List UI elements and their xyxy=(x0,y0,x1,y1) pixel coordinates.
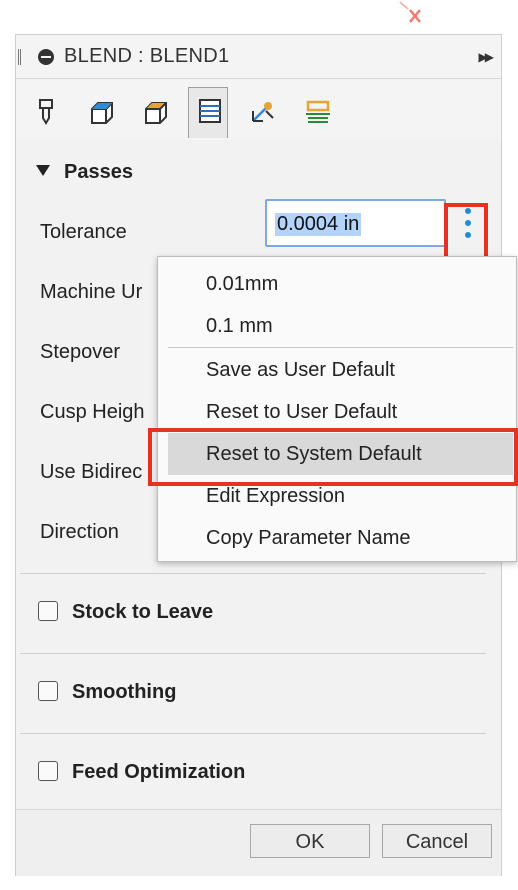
tab-tool[interactable] xyxy=(26,89,66,135)
heights-icon xyxy=(145,102,167,124)
tolerance-label: Tolerance xyxy=(40,221,127,243)
smoothing-toggle[interactable]: Smoothing xyxy=(38,681,176,704)
collapse-triangle-icon xyxy=(36,165,50,176)
cusp-height-label: Cusp Heigh xyxy=(40,401,145,423)
menu-item-copy-parameter-name[interactable]: Copy Parameter Name xyxy=(158,517,516,559)
tolerance-value: 0.0004 in xyxy=(275,213,362,236)
stock-to-leave-label: Stock to Leave xyxy=(72,601,214,623)
feed-optimization-toggle[interactable]: Feed Optimization xyxy=(38,761,245,784)
tab-heights[interactable] xyxy=(134,89,174,135)
stop-icon xyxy=(38,49,54,65)
tab-strip xyxy=(16,79,501,182)
menu-item-0-1mm[interactable]: 0.1 mm xyxy=(158,305,516,347)
menu-item-0-01mm[interactable]: 0.01mm xyxy=(158,263,516,305)
geometry-icon xyxy=(91,102,113,124)
panel-title: BLEND : BLEND1 xyxy=(64,45,230,67)
drag-grip-icon[interactable] xyxy=(18,49,21,65)
stock-to-leave-checkbox[interactable] xyxy=(38,601,58,621)
tab-linking[interactable] xyxy=(242,89,282,135)
feed-optimization-label: Feed Optimization xyxy=(72,761,246,783)
ok-button[interactable]: OK xyxy=(250,824,370,858)
direction-label: Direction xyxy=(40,521,119,543)
passes-section-toggle[interactable]: Passes xyxy=(36,161,133,184)
dialog-footer: OK Cancel xyxy=(16,809,501,876)
stock-to-leave-toggle[interactable]: Stock to Leave xyxy=(38,601,213,624)
smoothing-label: Smoothing xyxy=(72,681,177,703)
passes-header: Passes xyxy=(64,161,133,183)
divider xyxy=(20,653,486,654)
axis-x-icon xyxy=(399,1,421,23)
menu-separator xyxy=(168,347,513,348)
tolerance-input[interactable]: 0.0004 in xyxy=(265,199,446,247)
annotation-highlight-reset-system-default xyxy=(148,428,518,486)
stepover-label: Stepover xyxy=(40,341,121,363)
feed-optimization-checkbox[interactable] xyxy=(38,761,58,781)
machine-unit-label: Machine Ur xyxy=(40,281,143,303)
collapse-panel-icon[interactable]: ▶▶ xyxy=(479,50,495,64)
linking-icon xyxy=(252,102,274,122)
post-icon xyxy=(306,100,330,123)
divider xyxy=(20,733,486,734)
tool-icon xyxy=(39,99,53,125)
panel-titlebar: BLEND : BLEND1 ▶▶ xyxy=(16,35,501,79)
use-bidirectional-label: Use Bidirec xyxy=(40,461,143,483)
passes-icon xyxy=(199,99,221,123)
menu-item-reset-user-default[interactable]: Reset to User Default xyxy=(158,391,516,433)
tab-passes[interactable] xyxy=(188,87,228,138)
cancel-button[interactable]: Cancel xyxy=(382,824,492,858)
smoothing-checkbox[interactable] xyxy=(38,681,58,701)
divider xyxy=(20,573,486,574)
tab-post[interactable] xyxy=(296,89,336,135)
menu-item-save-user-default[interactable]: Save as User Default xyxy=(158,349,516,391)
parameter-context-menu: 0.01mm 0.1 mm Save as User Default Reset… xyxy=(157,256,517,562)
tab-geometry[interactable] xyxy=(80,89,120,135)
